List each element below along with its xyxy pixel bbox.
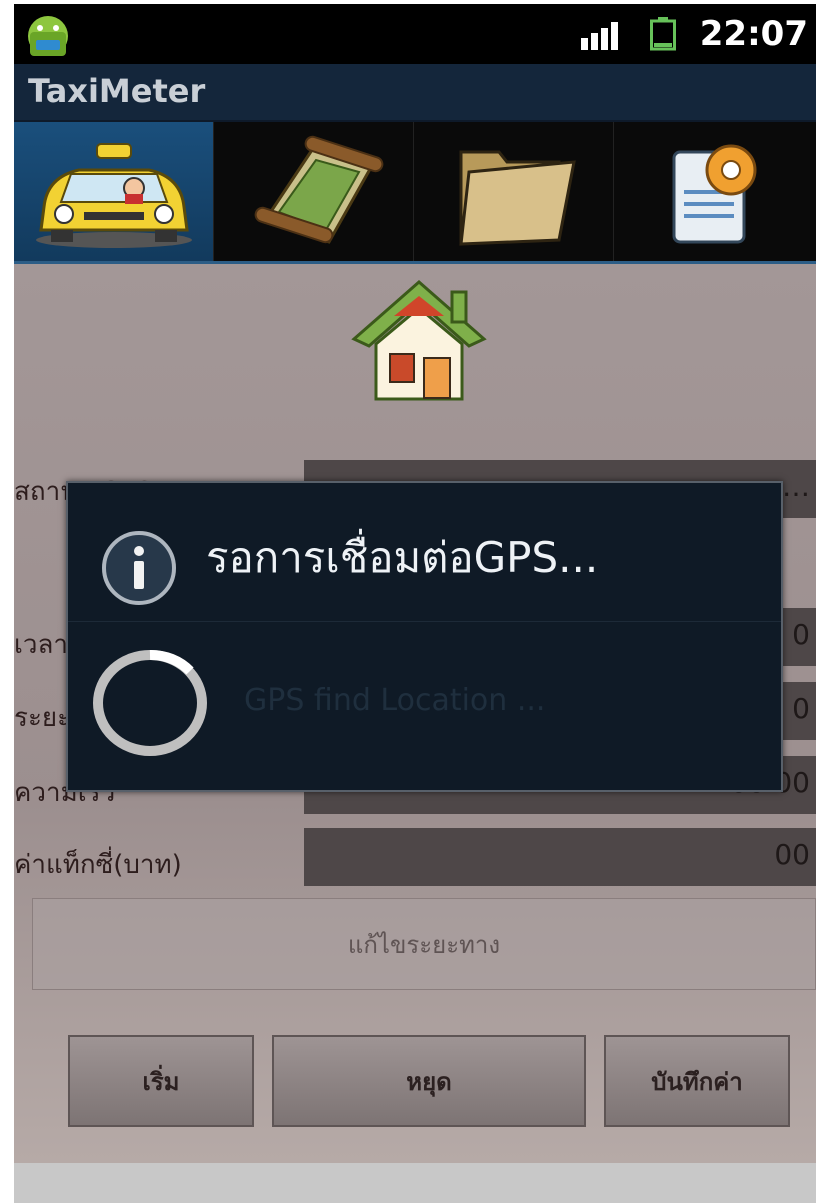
edit-distance-button[interactable]: แก้ไขระยะทาง [32, 898, 816, 990]
time-label: เวลา [14, 630, 69, 660]
map-scroll-icon [254, 135, 383, 244]
taxi-fare-label: ค่าแท็กซี่(บาท) [14, 850, 182, 880]
loading-spinner-icon [93, 650, 207, 756]
home-icon [351, 280, 487, 401]
status-time: 22:07 [699, 14, 808, 54]
gps-progress-dialog: รอการเชื่อมต่อGPS... GPS find Location .… [66, 481, 783, 792]
app-title: TaxiMeter [28, 72, 206, 110]
tab-map[interactable] [214, 122, 414, 261]
tab-files[interactable] [414, 122, 614, 261]
dialog-divider [68, 621, 781, 622]
taxi-fare-value: 00 [304, 828, 816, 886]
tab-taxi[interactable] [14, 122, 214, 261]
taxi-icon [35, 142, 192, 248]
battery-icon [650, 17, 676, 51]
app-title-bar: TaxiMeter [14, 64, 816, 122]
info-icon [102, 531, 176, 605]
save-button[interactable]: บันทึกค่า [604, 1035, 790, 1127]
status-bar: 22:07 [14, 4, 816, 64]
dialog-title: รอการเชื่อมต่อGPS... [206, 533, 599, 582]
dialog-message: GPS find Location ... [244, 683, 546, 718]
stop-button[interactable]: หยุด [272, 1035, 586, 1127]
signal-icon [581, 22, 618, 50]
tab-bar [14, 122, 816, 264]
settings-document-icon [672, 144, 757, 243]
bottom-strip [14, 1163, 816, 1203]
start-button[interactable]: เริ่ม [68, 1035, 254, 1127]
folder-icon [458, 150, 576, 246]
tab-settings[interactable] [614, 122, 814, 261]
android-robot-icon [28, 16, 68, 56]
